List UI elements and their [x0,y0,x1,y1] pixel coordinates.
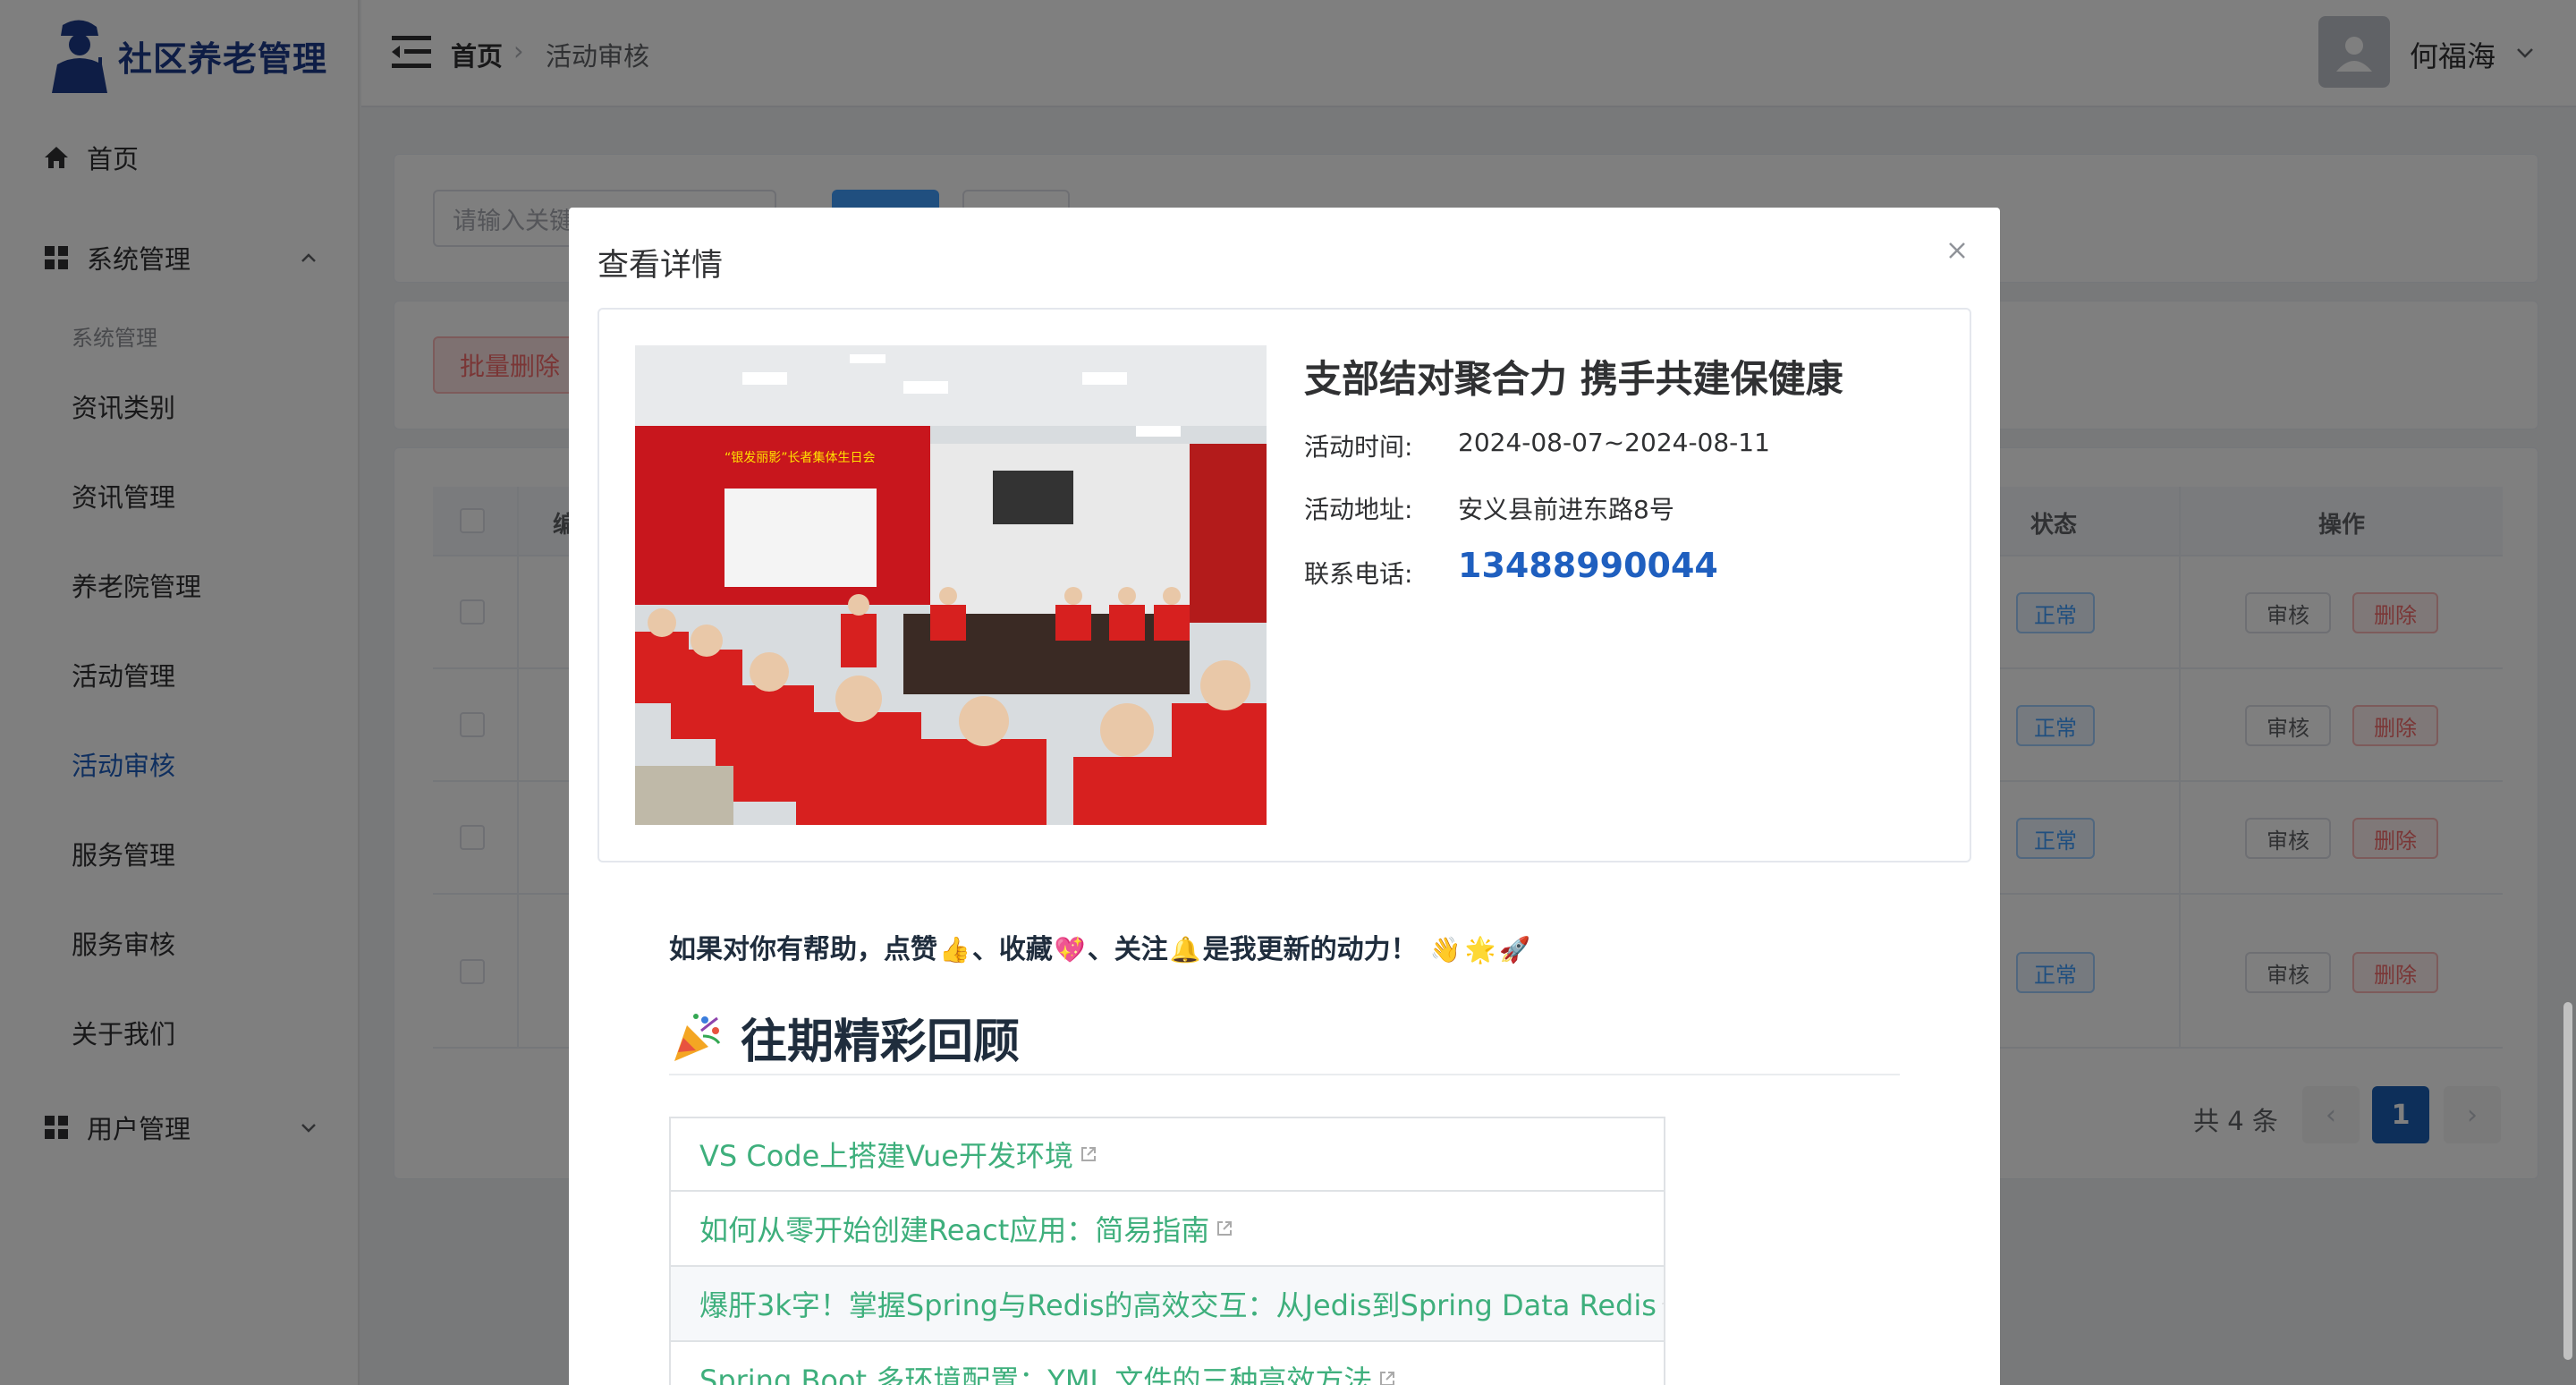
wave-icon: 👋 [1429,935,1462,964]
heart-icon: 💖 [1054,935,1086,964]
dialog-title: 查看详情 [597,248,724,284]
close-icon[interactable] [1943,236,1971,265]
article-link[interactable]: 如何从零开始创建React应用：简易指南 [669,1192,1665,1267]
article-link-text: 爆肝3k字！掌握Spring与Redis的高效交互：从Jedis到Spring … [699,1288,1657,1322]
article-link-text: VS Code上搭建Vue开发环境 [699,1139,1073,1173]
contact-phone-label: 联系电话: [1304,559,1413,589]
support-text: 、收藏 [971,934,1053,965]
article-links-table: VS Code上搭建Vue开发环境 如何从零开始创建React应用：简易指南 爆… [669,1117,1665,1385]
bell-icon: 🔔 [1169,935,1201,964]
party-popper-icon [674,1014,721,1061]
external-link-icon [1217,1221,1233,1236]
activity-photo-image: “银发丽影”长者集体生日会 [635,345,1267,825]
star-icon: 🌟 [1464,935,1496,964]
activity-address-label: 活动地址: [1304,495,1413,524]
external-link-icon [1380,1372,1395,1385]
article-link[interactable]: Spring Boot 多环境配置：YML 文件的三种高效方法 [669,1342,1665,1385]
article-link[interactable]: VS Code上搭建Vue开发环境 [669,1117,1665,1192]
support-message: 如果对你有帮助，点赞👍、收藏💖、关注🔔是我更新的动力！ 👋 🌟 🚀 [669,927,1532,966]
activity-time-label: 活动时间: [1304,432,1413,462]
section-heading: 往期精彩回顾 [669,1004,1900,1075]
activity-detail-card: “银发丽影”长者集体生日会 支部结对聚合力 携手共建保健康 活动时间: 2024… [597,308,1971,862]
activity-time-value: 2024-08-07~2024-08-11 [1458,428,1770,457]
photo-banner: “银发丽影”长者集体生日会 [724,450,876,465]
support-text: 如果对你有帮助，点赞 [669,934,937,965]
support-text: 、关注 [1087,934,1168,965]
activity-title: 支部结对聚合力 携手共建保健康 [1304,357,1843,401]
page-scrollbar[interactable] [2563,1002,2572,1360]
article-link[interactable]: 爆肝3k字！掌握Spring与Redis的高效交互：从Jedis到Spring … [669,1267,1665,1342]
external-link-icon [1662,1303,1664,1304]
rocket-icon: 🚀 [1499,935,1531,964]
support-text: 是我更新的动力！ [1202,934,1418,965]
section-title: 往期精彩回顾 [741,1015,1021,1069]
detail-dialog: 查看详情 “银发丽影”长者集体生日会 支部结对聚合力 携手共建保健康 活动时间:… [569,208,2000,1385]
article-link-text: Spring Boot 多环境配置：YML 文件的三种高效方法 [699,1364,1373,1385]
contact-phone-value: 13488990044 [1458,546,1718,585]
activity-address-value: 安义县前进东路8号 [1458,495,1674,524]
activity-photo: “银发丽影”长者集体生日会 [635,345,1267,825]
thumbs-up-icon: 👍 [939,935,970,964]
article-link-text: 如何从零开始创建React应用：简易指南 [699,1213,1210,1247]
external-link-icon [1081,1147,1096,1161]
